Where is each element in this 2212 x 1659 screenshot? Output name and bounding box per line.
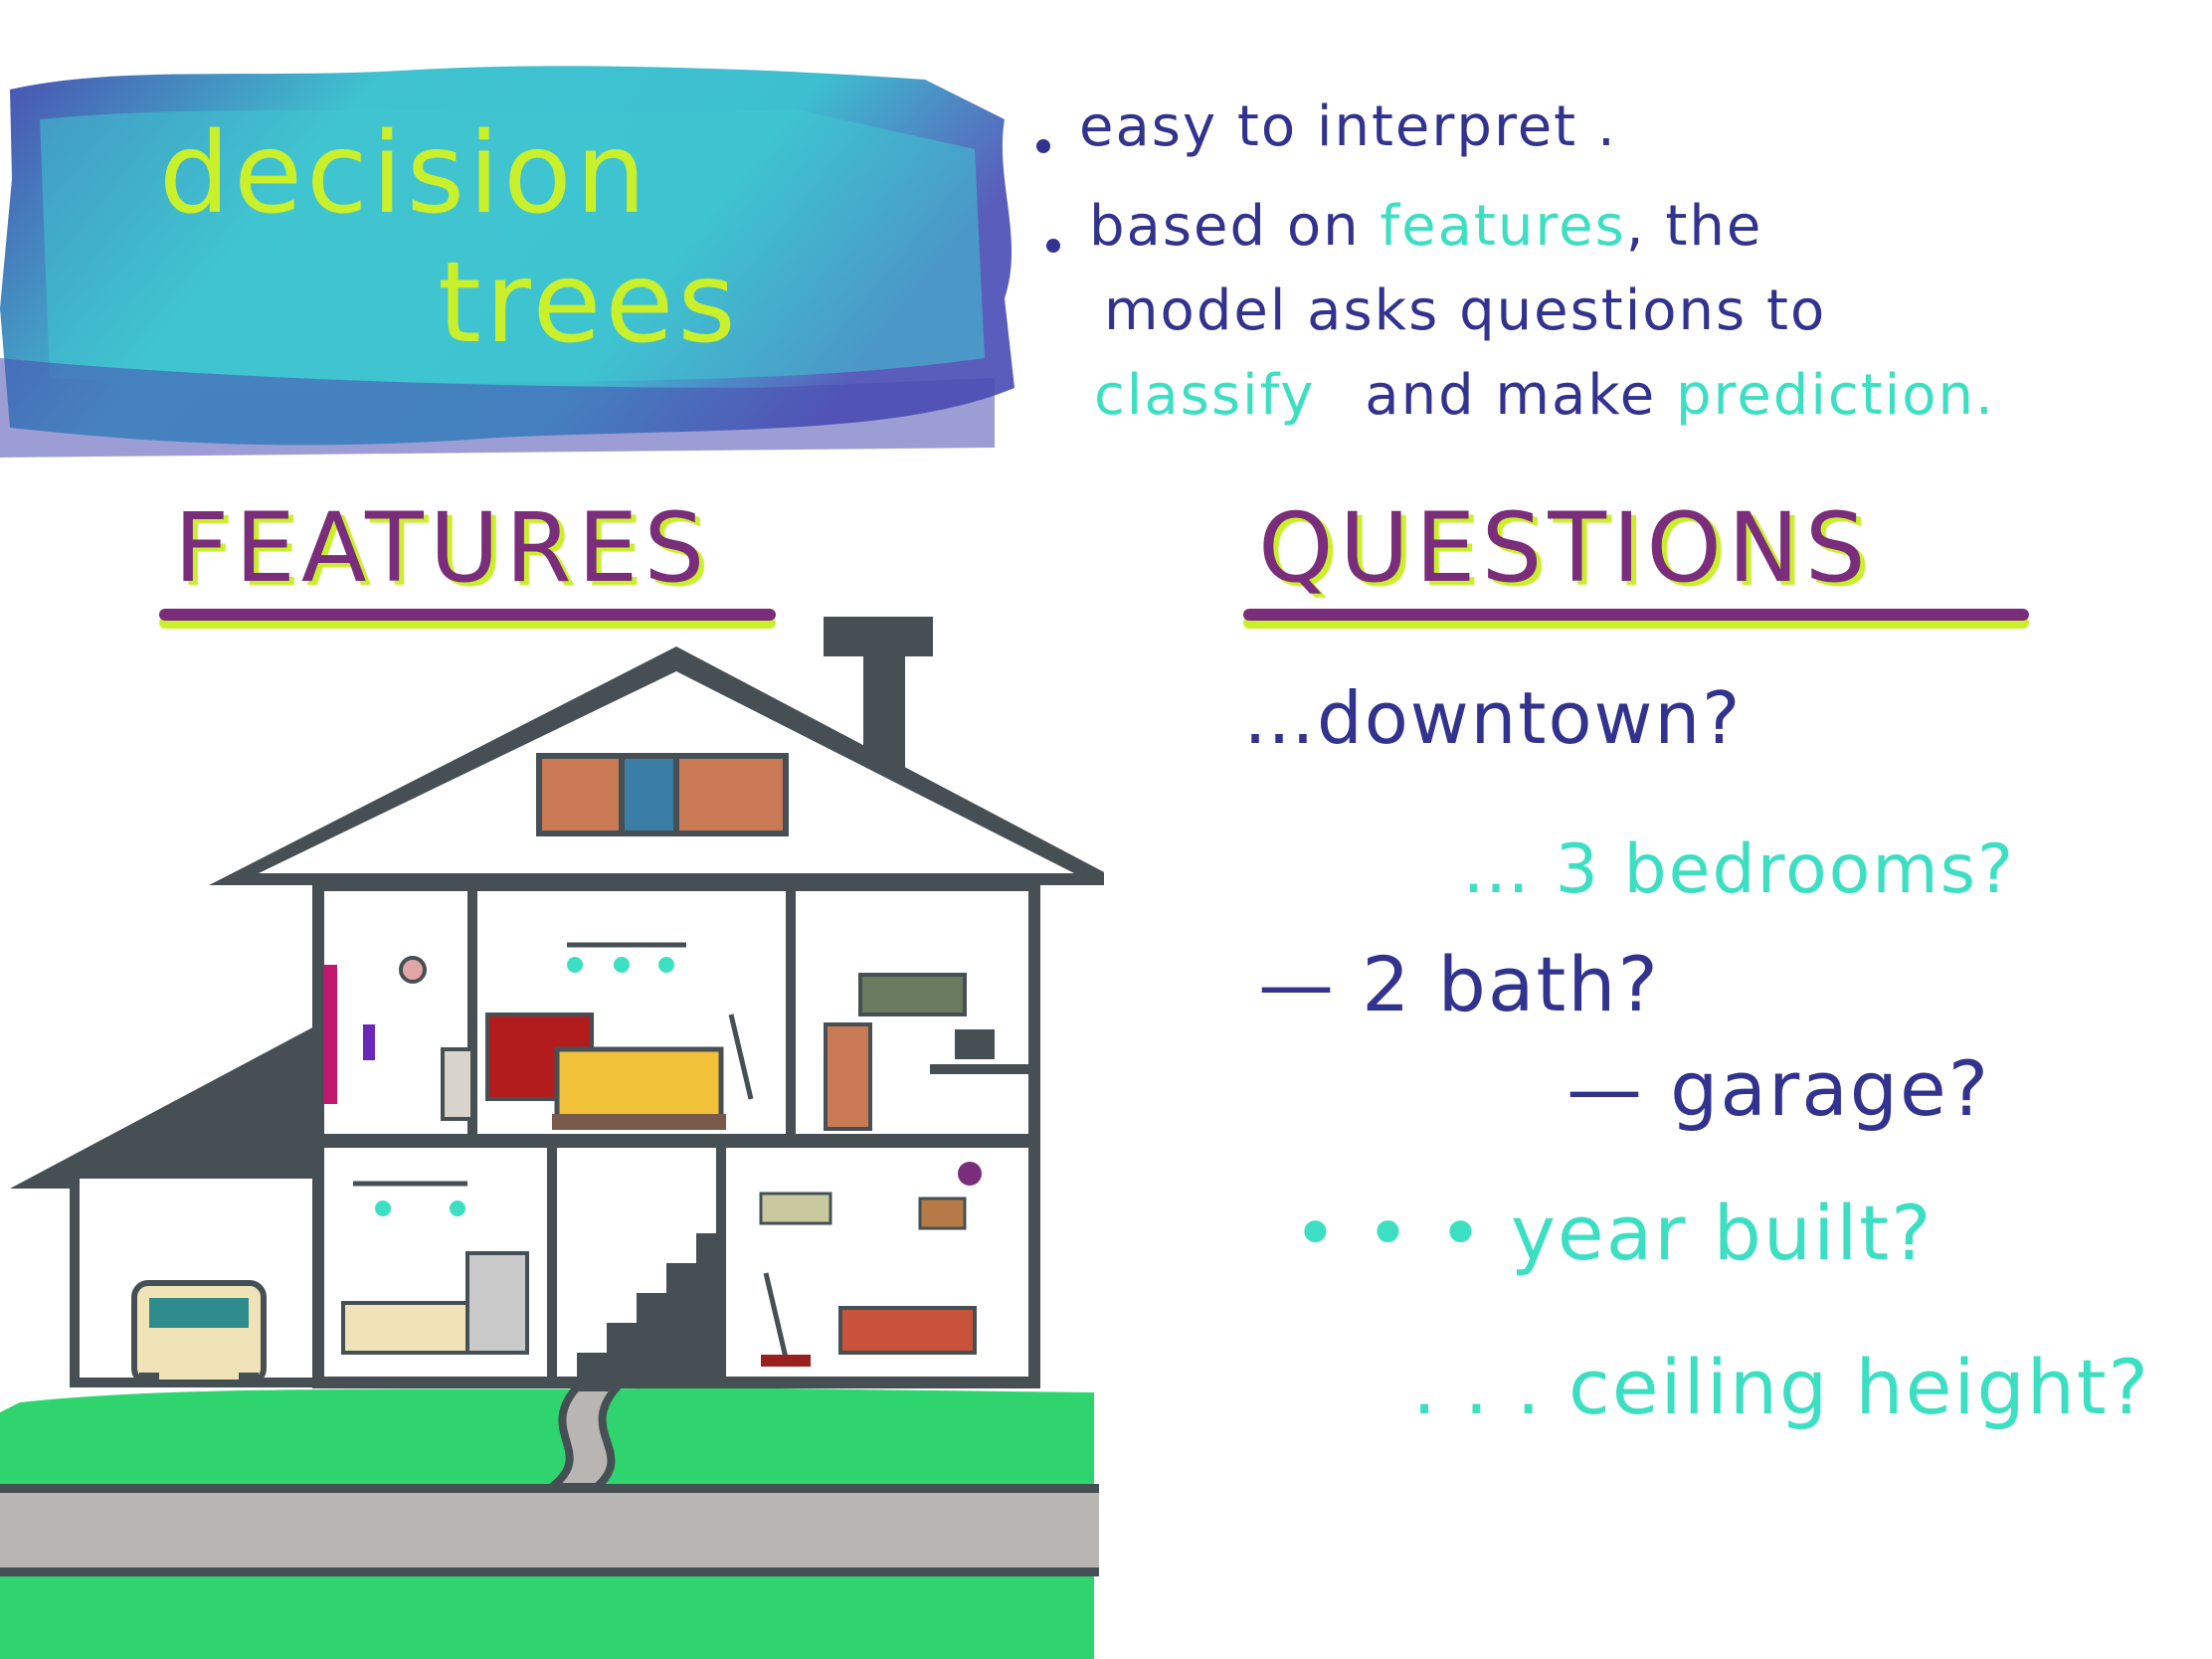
question-ceiling-height: . . . ceiling height? (1412, 1343, 2150, 1431)
bullet-based-line3: classify and make prediction. (1094, 363, 1995, 428)
office-drawers (824, 1022, 872, 1131)
desk (930, 1064, 1039, 1074)
bullet-based-prefix: based on (1089, 194, 1361, 259)
questions-underline (1243, 609, 2029, 621)
features-heading: FEATURES (174, 492, 711, 604)
fridge (465, 1251, 529, 1355)
chimney-cap (824, 617, 933, 656)
bullet-prediction-word: prediction. (1676, 363, 1995, 428)
bullet-features-word: features (1380, 194, 1626, 259)
road (0, 1490, 1099, 1571)
bed (554, 1046, 724, 1122)
question-garage: — garage? (1567, 1044, 1991, 1133)
question-bedrooms: … 3 bedrooms? (1462, 830, 2016, 909)
bookshelf (759, 1192, 832, 1225)
office-window (858, 973, 967, 1016)
bath-curtain (323, 965, 337, 1104)
bullet-classify-word: classify (1094, 363, 1316, 428)
sofa (838, 1306, 977, 1355)
bullet-based-suffix: , the (1625, 194, 1763, 259)
bullet-based-line2: model asks questions to (1104, 278, 1827, 343)
question-downtown: …downtown? (1243, 676, 1743, 760)
bullet-easy: easy to interpret . (1079, 94, 1617, 159)
floor-divider (318, 1134, 1034, 1148)
questions-heading: QUESTIONS (1258, 492, 1872, 604)
garage-roof (10, 1024, 328, 1189)
bullet-make: and make (1365, 363, 1657, 428)
flower-pot (918, 1197, 967, 1230)
bullet-based-line1: based on features, the (1089, 194, 1762, 259)
house-cutaway-icon (0, 617, 1104, 1659)
bullet-icon (1046, 239, 1060, 253)
title-line-2: trees (438, 239, 740, 368)
office-chair (955, 1029, 995, 1059)
question-year-built: • • • year built? (1293, 1189, 1934, 1277)
title-line-1: decision (159, 109, 650, 239)
bullet-icon (1036, 139, 1050, 153)
question-bath: — 2 bath? (1258, 940, 1660, 1028)
toilet (441, 1047, 474, 1121)
road-edge-bottom (0, 1567, 1099, 1576)
